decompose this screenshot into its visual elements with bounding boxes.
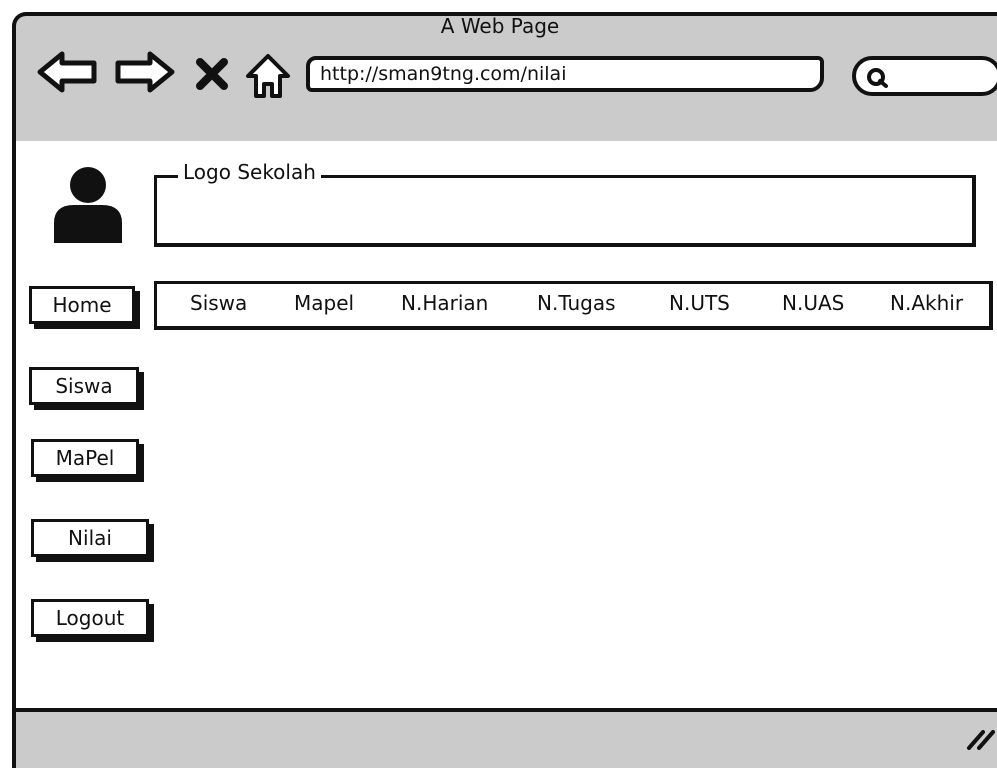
forward-arrow-icon[interactable] [112,50,176,98]
menu-item-mapel[interactable]: Mapel [294,291,354,315]
browser-window: A Web Page http://sman9tng.com/nilai Log… [0,0,997,768]
menu-item-n-akhir[interactable]: N.Akhir [890,291,963,315]
logo-group-box [154,175,976,247]
address-bar[interactable]: http://sman9tng.com/nilai [306,56,824,92]
resize-grip-icon[interactable] [965,728,995,754]
mapel-button[interactable]: MaPel [31,439,139,477]
menu-item-n-harian[interactable]: N.Harian [401,291,488,315]
logout-button[interactable]: Logout [31,599,149,637]
menu-item-n-uts[interactable]: N.UTS [669,291,730,315]
status-bar [12,708,997,768]
search-input[interactable] [852,56,997,96]
user-icon [52,165,124,247]
menu-item-siswa[interactable]: Siswa [190,291,247,315]
search-icon [866,67,890,93]
menu-item-n-uas[interactable]: N.UAS [782,291,844,315]
nilai-button[interactable]: Nilai [31,519,149,557]
home-icon[interactable] [244,52,292,104]
close-icon[interactable] [194,56,230,96]
logo-label: Logo Sekolah [178,160,321,184]
back-arrow-icon[interactable] [36,50,100,98]
siswa-button[interactable]: Siswa [29,367,139,405]
menu-item-n-tugas[interactable]: N.Tugas [537,291,616,315]
window-title: A Web Page [440,14,560,38]
home-button[interactable]: Home [29,286,135,324]
